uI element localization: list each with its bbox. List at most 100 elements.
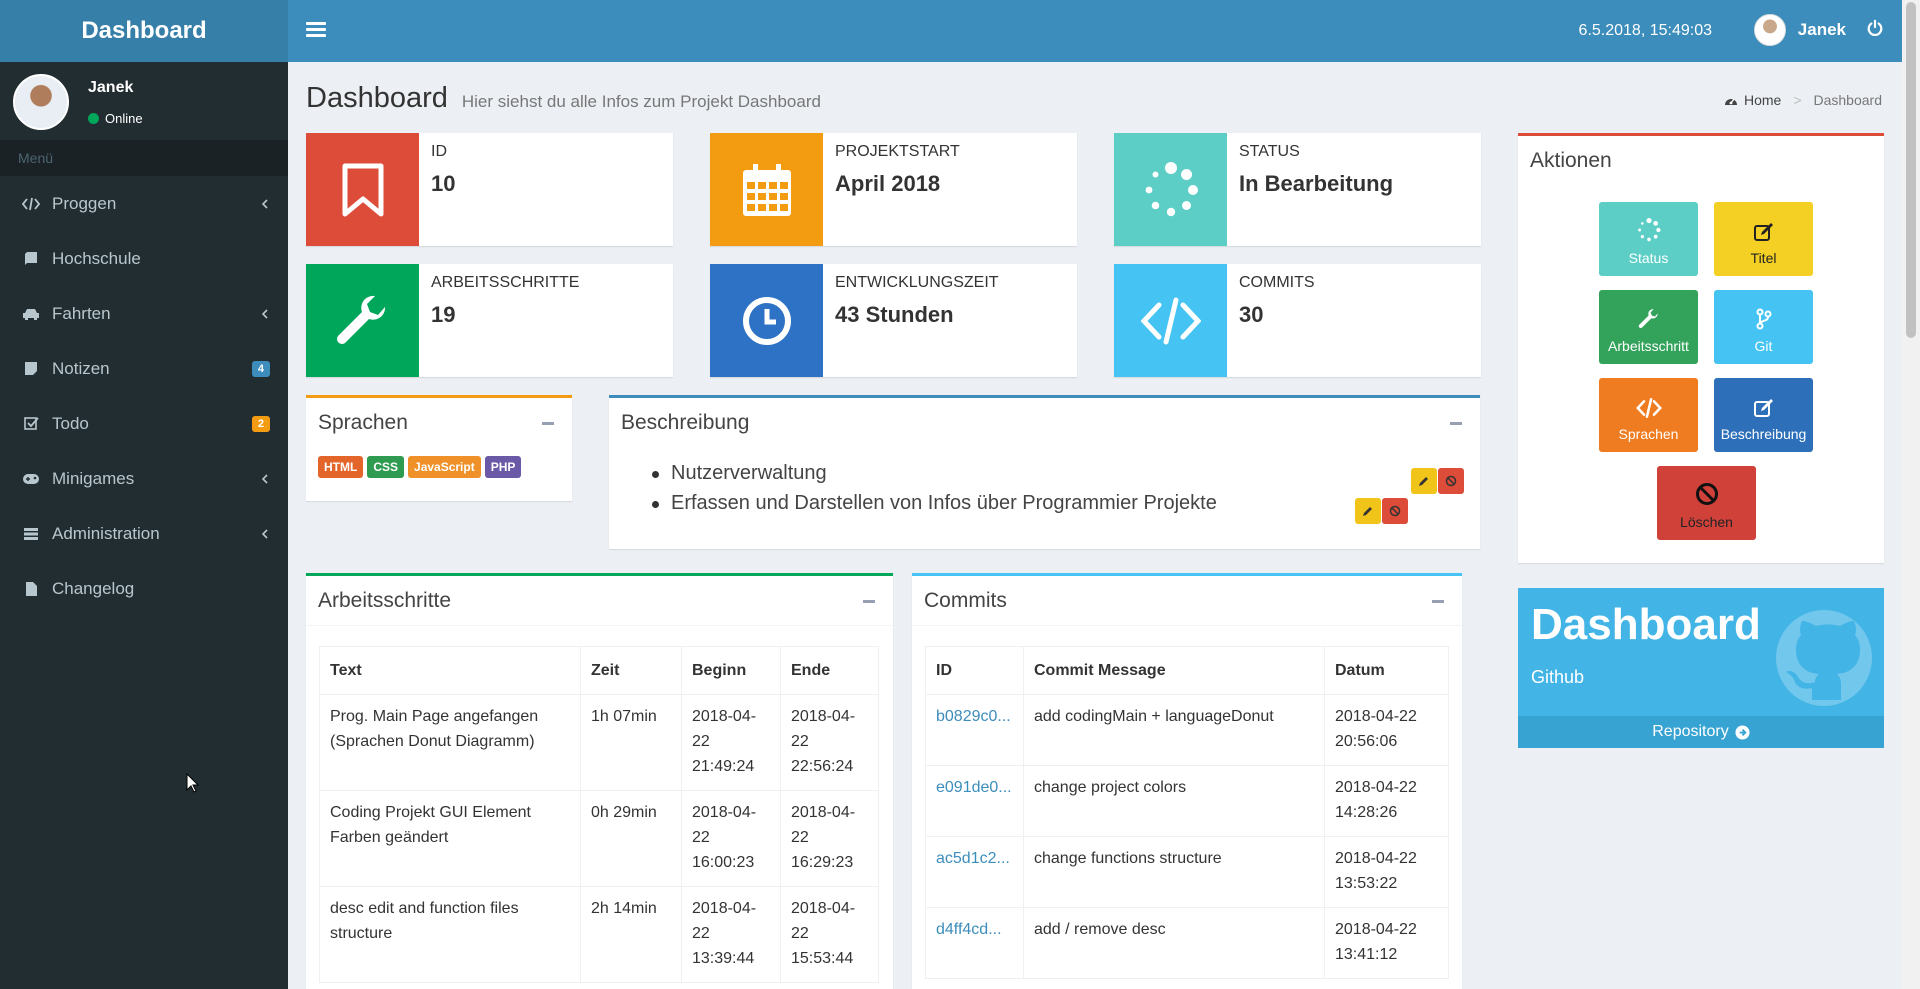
breadcrumb-separator: > — [1793, 92, 1802, 108]
info-value: 10 — [431, 171, 456, 196]
sidebar-item-fahrten[interactable]: Fahrten — [0, 286, 288, 341]
ban-icon — [1695, 483, 1718, 505]
box-title: Beschreibung — [621, 411, 750, 434]
file-icon — [22, 581, 40, 597]
sidebar-item-proggen[interactable]: Proggen — [0, 176, 288, 231]
user-menu[interactable]: Janek — [1753, 14, 1846, 46]
code-icon — [22, 196, 40, 212]
info-label: Projektstart — [835, 143, 960, 160]
beschreibung-box: Beschreibung Nutzerverwaltung Erfassen u… — [609, 395, 1480, 549]
commit-id-link[interactable]: e091de0... — [925, 765, 1024, 837]
info-label: Entwicklungszeit — [835, 274, 999, 291]
car-icon — [22, 306, 40, 322]
info-icon-bg — [710, 264, 823, 377]
titel-action-button[interactable]: Titel — [1714, 202, 1813, 276]
commit-id-link[interactable]: ac5d1c2... — [925, 836, 1024, 908]
column-header: Zeit — [580, 646, 682, 695]
cell-ende: 2018-04-22 16:29:23 — [780, 790, 879, 887]
column-header: Datum — [1324, 646, 1449, 695]
edit-button[interactable] — [1355, 498, 1381, 524]
minimize-icon[interactable] — [863, 600, 875, 603]
app-logo[interactable]: Dashboard — [0, 0, 288, 62]
sidebar-item-todo[interactable]: Todo 2 — [0, 396, 288, 451]
cell-ende: 2018-04-22 22:56:24 — [780, 694, 879, 791]
table-row: Prog. Main Page angefangen (Sprachen Don… — [319, 694, 879, 791]
sidebar-item-label: Todo — [52, 413, 89, 433]
minimize-icon[interactable] — [1432, 600, 1444, 603]
sidebar-item-hochschule[interactable]: Hochschule — [0, 231, 288, 286]
cell-datum: 2018-04-22 20:56:06 — [1324, 694, 1449, 766]
code-icon — [1635, 398, 1662, 418]
info-box-status: Status In Bearbeitung — [1114, 133, 1481, 246]
info-value: 19 — [431, 302, 456, 327]
loeschen-action-button[interactable]: Löschen — [1657, 466, 1756, 540]
beschreibung-action-button[interactable]: Beschreibung — [1714, 378, 1813, 452]
minimize-icon[interactable] — [542, 422, 554, 425]
status-action-button[interactable]: Status — [1599, 202, 1698, 276]
cell-zeit: 2h 14min — [580, 886, 682, 983]
delete-button[interactable] — [1438, 468, 1464, 494]
column-header: Text — [319, 646, 581, 695]
cell-zeit: 1h 07min — [580, 694, 682, 791]
sidebar-toggle-icon[interactable] — [306, 19, 326, 41]
minimize-icon[interactable] — [1450, 422, 1462, 425]
column-header: Commit Message — [1023, 646, 1325, 695]
info-label: Status — [1239, 143, 1300, 160]
sidebar-item-notizen[interactable]: Notizen 4 — [0, 341, 288, 396]
sidebar-item-minigames[interactable]: Minigames — [0, 451, 288, 506]
repository-link[interactable]: Repository — [1518, 716, 1884, 748]
breadcrumb: Home > Dashboard — [1724, 92, 1882, 108]
info-box-entwicklungszeit: Entwicklungszeit 43 Stunden — [710, 264, 1077, 377]
action-label: Git — [1754, 338, 1773, 354]
info-box-arbeitsschritte: Arbeitsschritte 19 — [306, 264, 673, 377]
bookmark-icon — [342, 163, 383, 216]
action-label: Beschreibung — [1720, 426, 1807, 442]
tag-css: CSS — [367, 456, 405, 478]
breadcrumb-current: Dashboard — [1813, 92, 1883, 108]
commit-id-link[interactable]: b0829c0... — [925, 694, 1024, 766]
breadcrumb-home[interactable]: Home — [1744, 92, 1781, 108]
table-row: ac5d1c2... change functions structure 20… — [925, 836, 1449, 908]
info-box-commits: Commits 30 — [1114, 264, 1481, 377]
description-item: Nutzerverwaltung — [652, 458, 1480, 488]
sprachen-box: Sprachen HTML CSS JavaScript PHP — [306, 395, 572, 501]
ban-icon — [1389, 505, 1401, 517]
action-label: Löschen — [1680, 514, 1733, 530]
action-label: Arbeitsschritt — [1608, 338, 1689, 354]
action-label: Status — [1628, 250, 1669, 266]
cell-beginn: 2018-04-22 16:00:23 — [681, 790, 781, 887]
book-icon — [22, 251, 40, 267]
box-title: Commits — [924, 588, 1007, 612]
tag-html: HTML — [318, 456, 364, 478]
sidebar-item-changelog[interactable]: Changelog — [0, 561, 288, 616]
menu-header: Menü — [0, 140, 288, 176]
github-box: Dashboard Github Repository — [1518, 588, 1884, 748]
git-action-button[interactable]: Git — [1714, 290, 1813, 364]
sidebar-item-administration[interactable]: Administration — [0, 506, 288, 561]
edit-button[interactable] — [1411, 468, 1437, 494]
pencil-icon — [1419, 477, 1428, 486]
cell-datum: 2018-04-22 13:41:12 — [1324, 907, 1449, 979]
arbeitsschritt-action-button[interactable]: Arbeitsschritt — [1599, 290, 1698, 364]
arrow-circle-right-icon — [1735, 724, 1750, 740]
sidebar-item-label: Hochschule — [52, 248, 141, 268]
arbeitsschritte-box: Arbeitsschritte Text Zeit Beginn Ende Pr… — [306, 573, 893, 989]
git-branch-icon — [1756, 308, 1771, 330]
top-navbar: 6.5.2018, 15:49:03 Janek — [288, 0, 1902, 62]
page-scrollbar[interactable] — [1902, 0, 1920, 989]
ban-icon — [1445, 475, 1457, 487]
scrollbar-thumb[interactable] — [1906, 2, 1916, 338]
power-icon[interactable] — [1866, 18, 1884, 38]
checkbox-icon — [22, 416, 40, 432]
notizen-count-badge: 4 — [251, 360, 270, 377]
calendar-icon — [742, 163, 791, 216]
avatar — [13, 74, 69, 130]
edit-icon — [1753, 399, 1773, 417]
chevron-left-icon — [261, 198, 268, 209]
sidebar-item-label: Minigames — [52, 468, 135, 488]
mouse-cursor-icon — [186, 773, 200, 793]
commit-id-link[interactable]: d4ff4cd... — [925, 907, 1024, 979]
sprachen-action-button[interactable]: Sprachen — [1599, 378, 1698, 452]
delete-button[interactable] — [1382, 498, 1408, 524]
aktionen-box: Aktionen Status Titel Arbeitsschritt Git… — [1518, 133, 1884, 563]
